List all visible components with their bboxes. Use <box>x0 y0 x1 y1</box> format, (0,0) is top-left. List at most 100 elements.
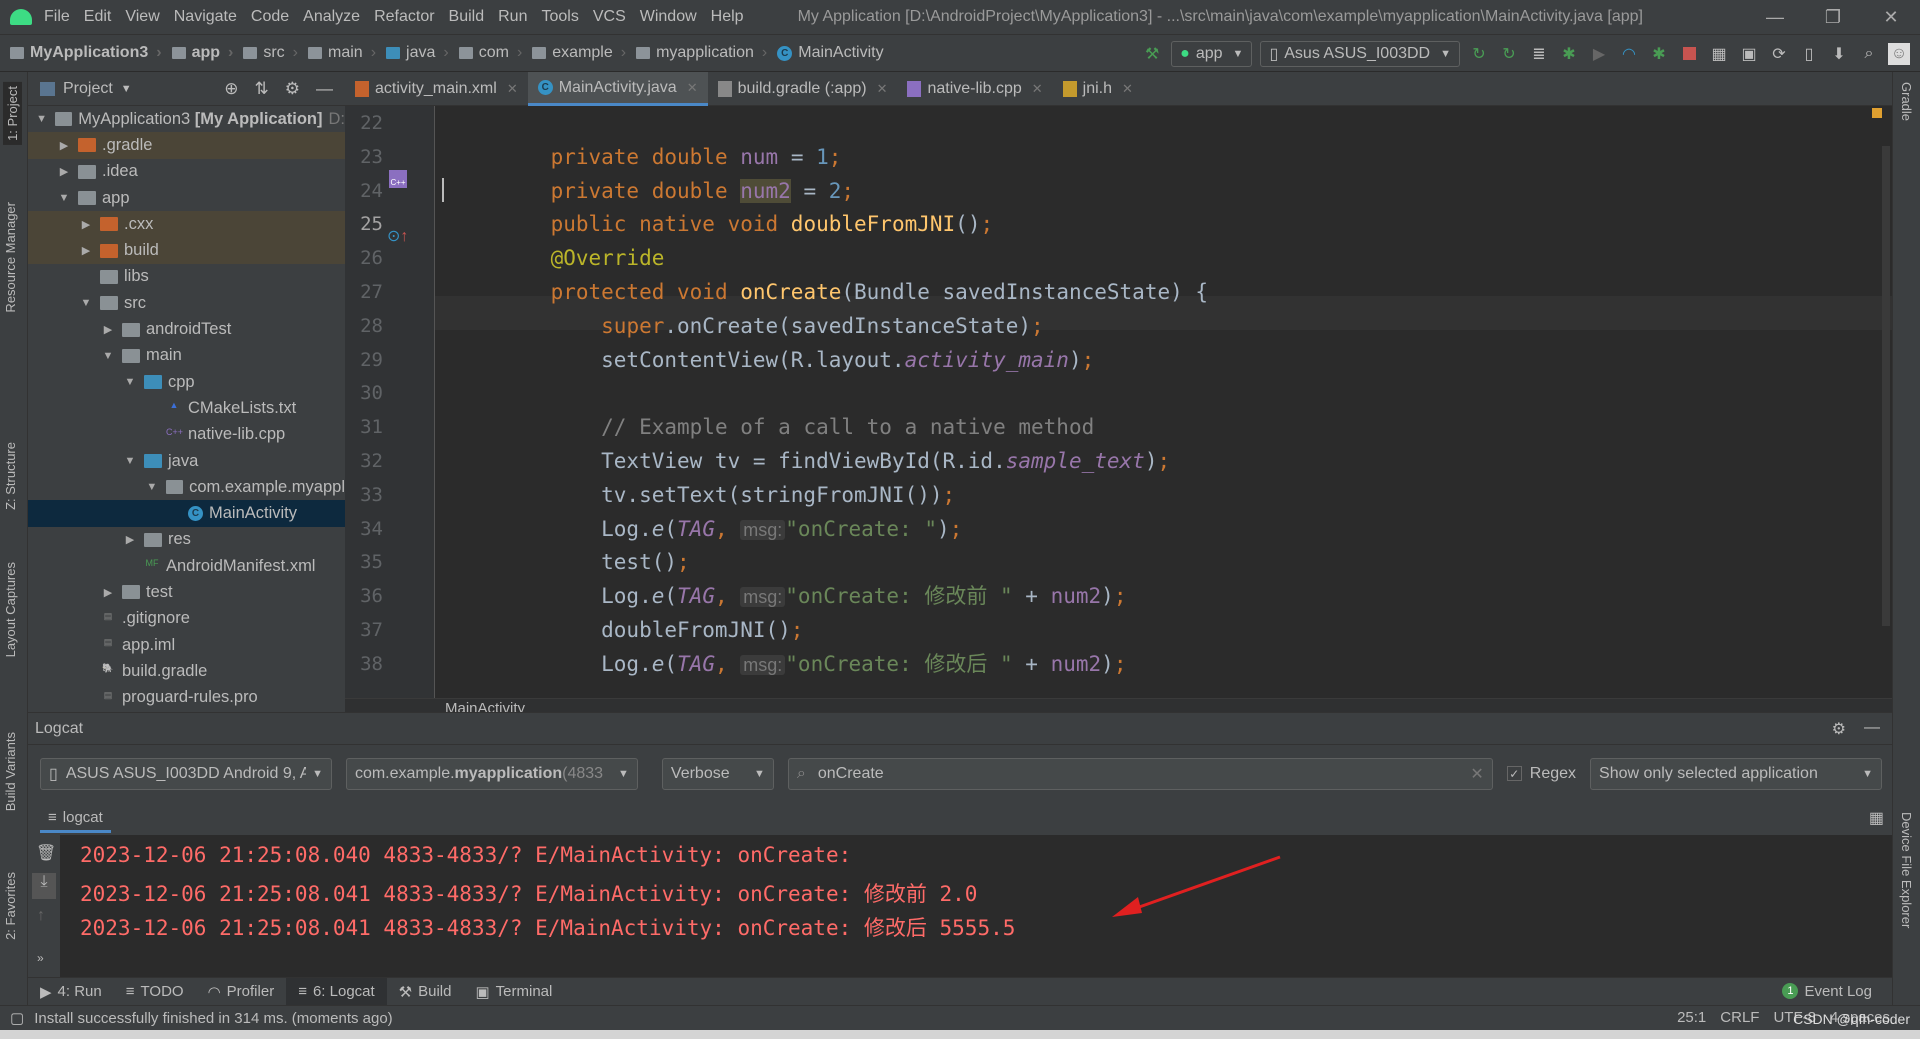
event-log-button[interactable]: 1 Event Log <box>1782 977 1872 1005</box>
breadcrumb-item[interactable]: src › <box>243 44 298 62</box>
collapsed-arrow-icon[interactable]: ▶ <box>56 165 72 178</box>
log-search-input[interactable]: ⌕ onCreate ✕ <box>787 757 1493 790</box>
expanded-arrow-icon[interactable]: ▼ <box>144 481 160 493</box>
gear-icon[interactable]: ⚙ <box>1832 719 1846 739</box>
menu-view[interactable]: View <box>125 8 159 26</box>
override-method-icon[interactable]: ⊙↑ <box>387 226 408 246</box>
expanded-arrow-icon[interactable]: ▼ <box>122 376 138 388</box>
hide-icon[interactable]: — <box>1864 719 1880 739</box>
code-line[interactable]: TextView tv = findViewById(R.id.sample_t… <box>500 444 1170 478</box>
tool-tab-gradle[interactable]: Gradle <box>1899 82 1914 121</box>
run-config-select[interactable]: ● app ▼ <box>1171 40 1253 67</box>
tree-item[interactable]: C MainActivity <box>28 500 345 527</box>
tree-item[interactable]: ▶ .gradle <box>28 132 345 159</box>
chevron-down-icon[interactable]: ▼ <box>121 83 132 95</box>
tool-tab-structure[interactable]: Z: Structure <box>3 442 18 510</box>
menu-edit[interactable]: Edit <box>84 8 112 26</box>
logcat-filter-icon[interactable]: ≣ <box>1528 43 1550 65</box>
bottom-tab-4-run[interactable]: ▶ 4: Run <box>28 978 114 1006</box>
caret-position[interactable]: 25:1 <box>1677 1009 1706 1026</box>
breadcrumb-item[interactable]: app › <box>171 44 233 62</box>
expanded-arrow-icon[interactable]: ▼ <box>34 113 49 125</box>
device-filter-select[interactable]: ▯ ASUS ASUS_I003DD Android 9, A ▼ <box>40 757 332 790</box>
device-select[interactable]: ▯ Asus ASUS_I003DD ▼ <box>1260 40 1460 67</box>
tree-item[interactable]: ▶ .idea <box>28 159 345 185</box>
project-view-select[interactable]: Project <box>63 80 113 98</box>
menu-tools[interactable]: Tools <box>541 8 578 26</box>
collapsed-arrow-icon[interactable]: ▶ <box>56 139 72 152</box>
line-separator[interactable]: CRLF <box>1720 1009 1759 1026</box>
tree-item[interactable]: C++ native-lib.cpp <box>28 422 345 448</box>
inspection-warning-marker[interactable] <box>1872 108 1882 118</box>
tree-item[interactable]: ▼ main <box>28 343 345 369</box>
close-tab-icon[interactable]: ✕ <box>507 81 518 97</box>
code-line[interactable]: Log.e(TAG, msg: "onCreate: "); <box>500 512 962 546</box>
log-line[interactable]: 2023-12-06 21:25:08.041 4833-4833/? E/Ma… <box>80 878 977 908</box>
code-editor[interactable]: C++ ⊙↑ 22 23 24 25 26 27 28 29 30 31 32 33 34 35 36 37 3… <box>345 106 1892 718</box>
tool-tab-resource-manager[interactable]: Resource Manager <box>3 202 18 313</box>
expanded-arrow-icon[interactable]: ▼ <box>122 455 138 467</box>
collapsed-arrow-icon[interactable]: ▶ <box>122 533 138 546</box>
app-filter-select[interactable]: Show only selected application ▼ <box>1590 757 1882 790</box>
breadcrumb-item[interactable]: MyApplication3 › <box>10 44 162 62</box>
breadcrumb-item[interactable]: java › <box>386 44 449 62</box>
code-line[interactable]: public native void doubleFromJNI(); <box>500 207 994 241</box>
tool-tab-layout-captures[interactable]: Layout Captures <box>3 562 18 657</box>
apply-changes-icon[interactable]: ↻ <box>1468 43 1490 65</box>
locate-icon[interactable]: ⊕ <box>224 79 238 99</box>
code-line[interactable]: // Example of a call to a native method <box>500 410 1094 444</box>
tree-item[interactable]: ▼ app <box>28 185 345 211</box>
bottom-tab-profiler[interactable]: ◠ Profiler <box>196 978 287 1006</box>
collapsed-arrow-icon[interactable]: ▶ <box>78 244 94 257</box>
tree-item[interactable]: ▶ androidTest <box>28 316 345 342</box>
status-message[interactable]: Install successfully finished in 314 ms.… <box>34 1010 392 1027</box>
tree-item[interactable]: ▤ proguard-rules.pro <box>28 685 345 711</box>
tool-tab-device-file-explorer[interactable]: Device File Explorer <box>1899 812 1914 928</box>
menu-build[interactable]: Build <box>449 8 485 26</box>
bottom-tab-6-logcat[interactable]: ≡ 6: Logcat <box>286 977 387 1006</box>
tab-jni-h[interactable]: jni.h ✕ <box>1053 72 1143 106</box>
sync-gradle-icon[interactable]: ⟳ <box>1768 43 1790 65</box>
tool-tab-build-variants[interactable]: Build Variants <box>3 732 18 811</box>
tree-item[interactable]: ▤ app.iml <box>28 632 345 658</box>
close-tab-icon[interactable]: ✕ <box>687 80 698 96</box>
close-button[interactable]: ✕ <box>1862 7 1920 28</box>
tree-item[interactable]: ▲ CMakeLists.txt <box>28 395 345 421</box>
toggle-tool-windows-icon[interactable]: ▢ <box>10 1009 24 1027</box>
close-tab-icon[interactable]: ✕ <box>877 81 888 97</box>
menu-help[interactable]: Help <box>711 8 744 26</box>
expanded-arrow-icon[interactable]: ▼ <box>56 192 72 204</box>
expanded-arrow-icon[interactable]: ▼ <box>78 297 94 309</box>
tree-item[interactable]: ▶ build <box>28 237 345 264</box>
log-level-select[interactable]: Verbose ▼ <box>661 757 774 790</box>
menu-file[interactable]: File <box>44 8 70 26</box>
bottom-tab-terminal[interactable]: ▣ Terminal <box>463 978 564 1006</box>
tab-mainactivity-java[interactable]: C MainActivity.java ✕ <box>527 72 708 106</box>
attach-debugger-process-icon[interactable]: ✱ <box>1648 43 1670 65</box>
tree-item[interactable]: ▶ test <box>28 579 345 605</box>
collapsed-arrow-icon[interactable]: ▶ <box>78 218 94 231</box>
device-manager-icon[interactable]: ▯ <box>1798 43 1820 65</box>
collapsed-arrow-icon[interactable]: ▶ <box>100 323 116 336</box>
log-output[interactable]: 🗑 ⤓ ↑ » 2023-12-06 21:25:08.040 4833-483… <box>28 835 1892 977</box>
attach-debugger-icon[interactable]: ▶ <box>1588 43 1610 65</box>
tree-item[interactable]: MF AndroidManifest.xml <box>28 553 345 579</box>
restore-button[interactable]: ❐ <box>1804 7 1862 28</box>
breadcrumb-item[interactable]: main › <box>308 44 376 62</box>
trash-icon[interactable]: 🗑 <box>36 843 56 863</box>
close-tab-icon[interactable]: ✕ <box>1122 81 1133 97</box>
code-line[interactable]: test(); <box>500 545 690 579</box>
menu-run[interactable]: Run <box>498 8 527 26</box>
log-line[interactable]: 2023-12-06 21:25:08.040 4833-4833/? E/Ma… <box>80 843 864 867</box>
menu-code[interactable]: Code <box>251 8 289 26</box>
tree-item[interactable]: ▼ com.example.myappl <box>28 474 345 500</box>
breadcrumb-item[interactable]: myapplication › <box>636 44 767 62</box>
layout-icon[interactable]: ▦ <box>1869 808 1884 828</box>
menu-vcs[interactable]: VCS <box>593 8 626 26</box>
editor-scrollbar[interactable] <box>1882 146 1890 626</box>
tree-item[interactable]: ▼ src <box>28 290 345 316</box>
tool-tab-favorites[interactable]: 2: Favorites <box>3 872 18 940</box>
menu-window[interactable]: Window <box>640 8 697 26</box>
code-line[interactable]: super.onCreate(savedInstanceState); <box>500 309 1044 343</box>
collapsed-arrow-icon[interactable]: ▶ <box>100 586 116 599</box>
